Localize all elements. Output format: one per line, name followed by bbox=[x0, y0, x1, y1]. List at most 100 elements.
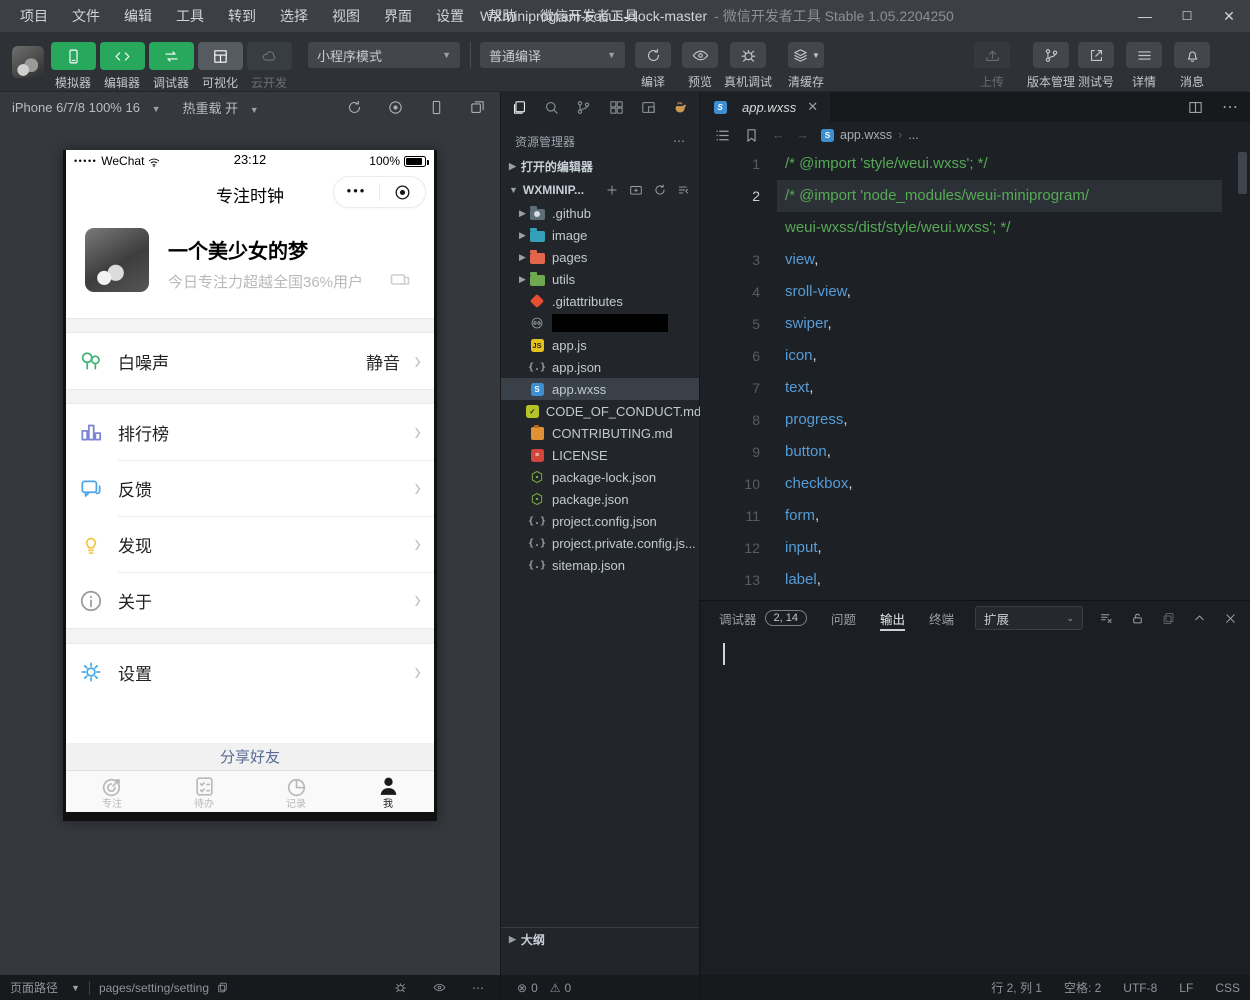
toolbar-action-button[interactable]: 上传 bbox=[972, 42, 1012, 90]
code-line[interactable]: 11form, bbox=[700, 500, 1250, 532]
outline-section[interactable]: ▶ 大纲 bbox=[501, 927, 699, 950]
menu-item[interactable]: 选择 bbox=[270, 3, 318, 29]
menu-row[interactable]: 关于 › bbox=[66, 572, 434, 628]
file-row[interactable]: ▶ {.} project.private.config.js... bbox=[501, 532, 699, 554]
breadcrumb-file[interactable]: S app.wxss › ... bbox=[821, 128, 919, 142]
compile-mode-select[interactable]: 普通编译▼ bbox=[480, 42, 625, 68]
restart-icon[interactable] bbox=[346, 99, 363, 116]
multi-window-icon[interactable] bbox=[469, 99, 486, 116]
file-row[interactable]: ▶ ✓ CODE_OF_CONDUCT.md bbox=[501, 400, 699, 422]
toolbar-panel-toggle[interactable]: 云开发 bbox=[246, 42, 292, 91]
copy-output-icon[interactable] bbox=[1161, 611, 1176, 626]
file-row[interactable]: ▶ .gitattributes bbox=[501, 290, 699, 312]
activity-icon[interactable] bbox=[608, 99, 625, 116]
debug-tab[interactable]: 输出 bbox=[880, 601, 905, 635]
menu-row[interactable]: 反馈 › bbox=[66, 460, 434, 516]
tab-bar-item[interactable]: 记录 bbox=[250, 771, 342, 812]
code-line[interactable]: 5swiper, bbox=[700, 308, 1250, 340]
close-capsule-icon[interactable] bbox=[380, 183, 425, 202]
activity-icon[interactable] bbox=[543, 99, 560, 116]
device-select[interactable]: iPhone 6/7/8 100% 16 ▼ bbox=[12, 100, 160, 115]
editor-more-icon[interactable]: ⋯ bbox=[1222, 97, 1238, 117]
toolbar-action-button[interactable]: 测试号 bbox=[1068, 42, 1124, 90]
page-path-select[interactable]: 页面路径 ▼ bbox=[10, 979, 80, 996]
code-line[interactable]: 12input, bbox=[700, 532, 1250, 564]
visibility-eye-icon[interactable] bbox=[433, 981, 446, 994]
file-row[interactable]: ▶ S app.wxss bbox=[501, 378, 699, 400]
encoding[interactable]: UTF-8 bbox=[1123, 981, 1157, 995]
eol-setting[interactable]: LF bbox=[1179, 981, 1193, 995]
open-editors-section[interactable]: ▶ 打开的编辑器 bbox=[501, 154, 699, 178]
code-line[interactable]: 1/* @import 'style/weui.wxss'; */ bbox=[700, 148, 1250, 180]
activity-icon[interactable] bbox=[511, 99, 528, 116]
indent-setting[interactable]: 空格: 2 bbox=[1064, 979, 1101, 996]
more-icon[interactable]: ⋯ bbox=[472, 981, 484, 995]
file-row[interactable]: ▶ JS app.js bbox=[501, 334, 699, 356]
tab-bar-item[interactable]: 专注 bbox=[66, 771, 158, 812]
code-area[interactable]: 1/* @import 'style/weui.wxss'; */2/* @im… bbox=[700, 148, 1250, 600]
file-row[interactable]: ▶ {.} project.config.json bbox=[501, 510, 699, 532]
menu-row[interactable]: 白噪声 静音 › bbox=[66, 333, 434, 389]
debug-tab[interactable]: 终端 bbox=[929, 601, 954, 635]
menu-row[interactable]: 排行榜 › bbox=[66, 404, 434, 460]
file-row[interactable]: ▶ package.json bbox=[501, 488, 699, 510]
toolbar-action-button[interactable]: ▼ 编译 bbox=[633, 42, 673, 90]
close-icon[interactable]: ✕ bbox=[1208, 0, 1250, 32]
toolbar-action-button[interactable]: ▼ 清缓存 bbox=[775, 42, 837, 90]
menu-item[interactable]: 工具 bbox=[166, 3, 214, 29]
toolbar-action-button[interactable]: 详情 bbox=[1122, 42, 1166, 90]
file-row[interactable]: ▶ image bbox=[501, 224, 699, 246]
code-line[interactable]: 6icon, bbox=[700, 340, 1250, 372]
lock-scroll-icon[interactable] bbox=[1130, 611, 1145, 626]
toolbar-panel-toggle[interactable]: 编辑器 bbox=[99, 42, 145, 91]
minimize-icon[interactable]: — bbox=[1124, 0, 1166, 32]
vconsole-bug-icon[interactable] bbox=[394, 981, 407, 994]
menu-row[interactable]: 设置 › bbox=[66, 644, 434, 700]
menu-item[interactable]: 视图 bbox=[322, 3, 370, 29]
file-row[interactable]: ▶ .github bbox=[501, 202, 699, 224]
back-arrow-icon[interactable]: ← bbox=[772, 128, 785, 142]
share-friends-button[interactable]: 分享好友 bbox=[66, 743, 434, 770]
warnings-icon[interactable]: ⚠ bbox=[550, 981, 561, 995]
activity-icon[interactable] bbox=[575, 99, 592, 116]
more-actions-icon[interactable]: ⋯ bbox=[673, 134, 685, 148]
new-folder-icon[interactable] bbox=[629, 183, 643, 197]
maximize-icon[interactable]: ☐ bbox=[1166, 0, 1208, 32]
file-row[interactable]: ▶ {.} sitemap.json bbox=[501, 554, 699, 576]
debug-tab[interactable]: 问题 bbox=[831, 601, 856, 635]
code-line[interactable]: 9button, bbox=[700, 436, 1250, 468]
errors-icon[interactable]: ⊗ bbox=[517, 981, 527, 995]
chevron-up-icon[interactable] bbox=[1192, 611, 1207, 626]
copy-path-icon[interactable] bbox=[216, 981, 229, 994]
code-line[interactable]: weui-wxss/dist/style/weui.wxss'; */ bbox=[700, 212, 1250, 244]
profile-section[interactable]: 一个美少女的梦 今日专注力超越全国36%用户 bbox=[66, 215, 434, 318]
toolbar-panel-toggle[interactable]: 调试器 bbox=[148, 42, 194, 91]
hot-reload-toggle[interactable]: 热重载 开 ▼ bbox=[182, 98, 258, 117]
refresh-icon[interactable] bbox=[653, 183, 667, 197]
file-row[interactable]: ▶ pages bbox=[501, 246, 699, 268]
code-line[interactable]: 10checkbox, bbox=[700, 468, 1250, 500]
output-channel-select[interactable]: 扩展 ⌄ bbox=[975, 606, 1083, 630]
code-line[interactable]: 8progress, bbox=[700, 404, 1250, 436]
toolbar-action-button[interactable]: 消息 bbox=[1168, 42, 1216, 90]
close-panel-icon[interactable] bbox=[1223, 611, 1238, 626]
new-file-icon[interactable] bbox=[605, 183, 619, 197]
menu-item[interactable]: 编辑 bbox=[114, 3, 162, 29]
cursor-position[interactable]: 行 2, 列 1 bbox=[991, 979, 1042, 996]
menu-item[interactable]: 文件 bbox=[62, 3, 110, 29]
menu-item[interactable]: 界面 bbox=[374, 3, 422, 29]
clear-output-icon[interactable] bbox=[1099, 611, 1114, 626]
tab-bar-item[interactable]: 我 bbox=[342, 771, 434, 812]
code-line[interactable]: 7text, bbox=[700, 372, 1250, 404]
project-section[interactable]: ▼ WXMINIP... bbox=[501, 178, 699, 202]
activity-icon[interactable] bbox=[672, 99, 689, 116]
file-row[interactable]: ▶ package-lock.json bbox=[501, 466, 699, 488]
code-line[interactable]: 3view, bbox=[700, 244, 1250, 276]
user-avatar[interactable] bbox=[12, 46, 44, 78]
profile-avatar[interactable] bbox=[85, 228, 149, 292]
menu-item[interactable]: 设置 bbox=[426, 3, 474, 29]
split-editor-icon[interactable] bbox=[1187, 99, 1204, 116]
editor-tab[interactable]: S app.wxss ✕ bbox=[700, 92, 830, 122]
bookmark-icon[interactable] bbox=[743, 127, 760, 144]
more-menu-icon[interactable]: ••• bbox=[334, 183, 379, 202]
